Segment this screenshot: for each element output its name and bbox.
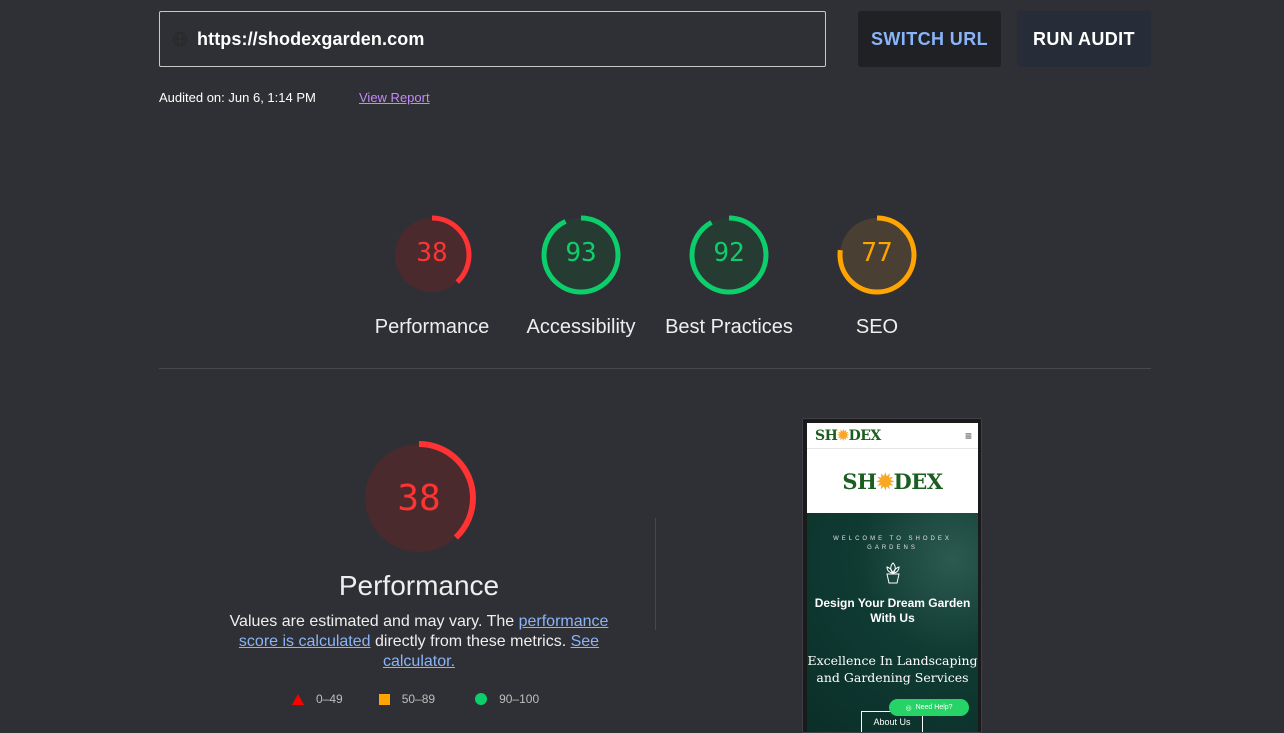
- menu-icon: ≡: [964, 428, 972, 443]
- performance-description: Values are estimated and may vary. The p…: [229, 612, 609, 672]
- gauge-label: Accessibility: [526, 316, 636, 338]
- gauge-seo[interactable]: 77 SEO: [802, 214, 952, 339]
- screenshot-header: SH✹DEX ≡: [807, 423, 978, 449]
- view-report-link[interactable]: View Report: [359, 90, 430, 105]
- gauge-score: 92: [713, 238, 745, 268]
- plant-icon: [885, 562, 900, 584]
- gauge-performance[interactable]: 38 Performance: [357, 214, 507, 339]
- gauge-score: 93: [565, 238, 597, 268]
- desc-text: directly from these metrics.: [370, 633, 571, 650]
- url-text: https://shodexgarden.com: [197, 28, 425, 49]
- desc-text: Values are estimated and may vary. The: [229, 613, 519, 630]
- screenshot-content: SH✹DEX ≡ SH✹DEX WELCOME TO SHODEX GARDEN…: [807, 423, 978, 732]
- gauge-label: Performance: [374, 316, 490, 338]
- performance-title: Performance: [338, 570, 500, 601]
- triangle-icon: [292, 693, 304, 705]
- welcome-text: WELCOME TO SHODEX GARDENS: [833, 536, 952, 551]
- vertical-divider: [655, 518, 656, 630]
- performance-score: 38: [397, 478, 441, 519]
- audited-on-text: Audited on: Jun 6, 1:14 PM: [159, 90, 316, 105]
- section-divider: [159, 368, 1151, 369]
- page-screenshot[interactable]: SH✹DEX ≡ SH✹DEX WELCOME TO SHODEX GARDEN…: [802, 418, 982, 733]
- legend-fail: 0–49: [292, 692, 343, 706]
- shodex-logo-large: SH✹DEX: [842, 468, 943, 494]
- screenshot-logo-area: SH✹DEX: [807, 449, 978, 513]
- legend-fail-label: 0–49: [316, 692, 343, 706]
- gauge-accessibility[interactable]: 93 Accessibility: [506, 214, 656, 339]
- whatsapp-icon: ◎: [905, 704, 912, 712]
- score-legend: 0–49 50–89 90–100: [292, 692, 573, 706]
- gauge-label: Best Practices: [665, 316, 793, 338]
- sunflower-icon: ✹: [837, 427, 849, 444]
- run-audit-button[interactable]: RUN AUDIT: [1017, 11, 1151, 67]
- screenshot-hero: WELCOME TO SHODEX GARDENS Design Your Dr…: [807, 513, 978, 732]
- gauge-label: SEO: [855, 316, 899, 338]
- hero-subheading: Excellence In Landscaping and Gardening …: [807, 653, 978, 685]
- square-icon: [378, 693, 390, 705]
- whatsapp-help-button: ◎ Need Help?: [889, 699, 969, 716]
- shodex-logo-small: SH✹DEX: [815, 427, 881, 444]
- legend-average: 50–89: [378, 692, 436, 706]
- gauge-score: 38: [416, 238, 448, 268]
- legend-pass: 90–100: [475, 692, 539, 706]
- hero-heading: Design Your Dream Garden With Us: [814, 596, 971, 625]
- url-input[interactable]: https://shodexgarden.com: [159, 11, 826, 67]
- legend-average-label: 50–89: [401, 692, 436, 706]
- sunflower-icon: ✹: [876, 468, 894, 494]
- circle-icon: [475, 693, 488, 705]
- gauge-score: 77: [861, 238, 893, 268]
- globe-icon: [172, 31, 189, 48]
- gauge-best-practices[interactable]: 92 Best Practices: [654, 214, 804, 339]
- legend-pass-label: 90–100: [499, 692, 540, 706]
- performance-summary: 38 Performance Values are estimated and …: [229, 440, 609, 672]
- switch-url-button[interactable]: SWITCH URL: [858, 11, 1001, 67]
